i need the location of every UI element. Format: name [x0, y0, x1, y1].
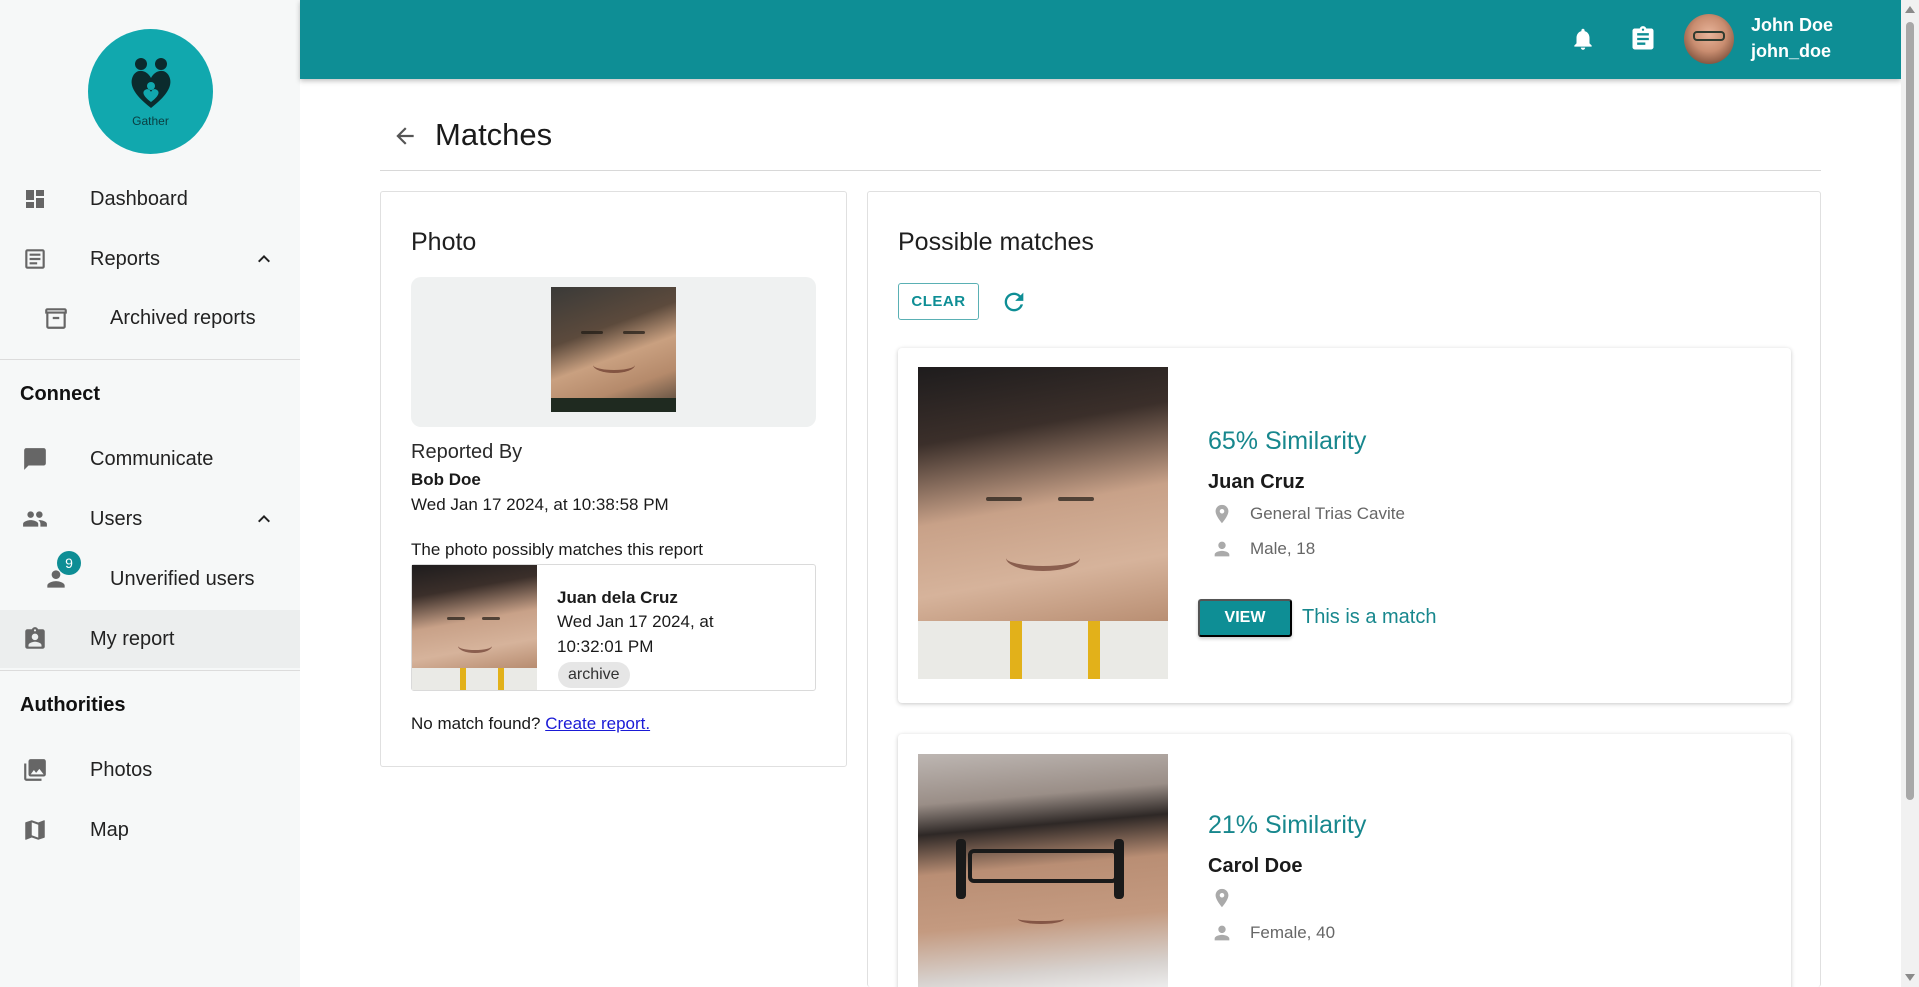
match-details: Female, 40: [1210, 921, 1335, 945]
person-icon: [1210, 537, 1234, 561]
page-title: Matches: [435, 117, 553, 152]
people-icon: [21, 505, 49, 533]
match-result-photo[interactable]: [918, 754, 1168, 987]
photo-library-icon: [21, 756, 49, 784]
sidebar-item-dashboard[interactable]: Dashboard: [0, 170, 300, 228]
scroll-down-arrow-icon[interactable]: [1905, 974, 1915, 981]
assignment-icon[interactable]: [1628, 24, 1658, 54]
matched-report-photo: [412, 565, 537, 690]
reporter-name: Bob Doe: [411, 470, 481, 489]
match-similarity: 21% Similarity: [1208, 811, 1367, 839]
archive-icon: [42, 304, 70, 332]
back-arrow-icon[interactable]: [392, 123, 418, 149]
match-result-photo[interactable]: [918, 367, 1168, 679]
sidebar-item-my-report[interactable]: My report: [0, 610, 300, 668]
dashboard-icon: [21, 185, 49, 213]
person-icon: [1210, 921, 1234, 945]
this-is-a-match-button[interactable]: This is a match: [1302, 606, 1436, 629]
scroll-up-arrow-icon[interactable]: [1905, 6, 1915, 13]
match-details: Male, 18: [1210, 537, 1315, 561]
sidebar-item-users[interactable]: Users: [0, 490, 300, 548]
sidebar-item-photos[interactable]: Photos: [0, 741, 300, 799]
match-location: [1210, 886, 1250, 910]
logo-text: Gather: [132, 113, 169, 128]
sidebar-item-communicate[interactable]: Communicate: [0, 430, 300, 488]
match-location-text: General Trias Cavite: [1250, 504, 1405, 523]
sidebar-item-archived-reports[interactable]: Archived reports: [0, 289, 300, 347]
match-details-text: Male, 18: [1250, 539, 1316, 558]
match-name: Carol Doe: [1208, 855, 1303, 877]
match-name: Juan Cruz: [1208, 471, 1305, 493]
scroll-thumb[interactable]: [1906, 22, 1914, 800]
location-pin-icon: [1210, 502, 1234, 526]
view-button[interactable]: VIEW: [1198, 599, 1292, 637]
map-icon: [21, 816, 49, 844]
sidebar-item-label: My report: [90, 627, 175, 650]
sidebar-item-reports[interactable]: Reports: [0, 230, 300, 288]
family-heart-icon: [131, 57, 170, 108]
match-similarity: 65% Similarity: [1208, 427, 1367, 455]
user-handle: john_doe: [1751, 41, 1831, 61]
article-icon: [21, 245, 49, 273]
title-divider: [380, 170, 1821, 171]
sidebar-item-label: Archived reports: [110, 306, 256, 329]
reported-by-label: Reported By: [411, 441, 523, 463]
section-heading-authorities: Authorities: [20, 694, 126, 716]
sidebar: Gather Dashboard Reports Archived report…: [0, 0, 300, 987]
sidebar-divider: [0, 359, 300, 360]
sidebar-item-unverified-users[interactable]: 9 Unverified users: [0, 550, 300, 608]
sidebar-item-label: Photos: [90, 758, 153, 781]
match-location: General Trias Cavite: [1210, 502, 1405, 526]
app-logo[interactable]: Gather: [88, 29, 213, 154]
sidebar-item-label: Users: [90, 507, 143, 530]
section-heading-connect: Connect: [20, 383, 100, 405]
matched-report-time: Wed Jan 17 2024, at: [557, 612, 714, 631]
sidebar-item-label: Communicate: [90, 447, 214, 470]
chevron-up-icon[interactable]: [252, 507, 276, 531]
match-hint-text: The photo possibly matches this report: [411, 540, 703, 559]
chat-icon: [21, 445, 49, 473]
clear-button[interactable]: CLEAR: [898, 283, 979, 320]
unverified-count-badge: 9: [57, 551, 81, 575]
refresh-icon[interactable]: [1000, 288, 1028, 316]
page-scrollbar[interactable]: [1901, 0, 1919, 987]
sidebar-item-label: Dashboard: [90, 187, 188, 210]
assignment-ind-icon: [21, 625, 49, 653]
location-pin-icon: [1210, 886, 1234, 910]
reported-photo[interactable]: [551, 287, 676, 412]
user-name: John Doe: [1751, 15, 1834, 35]
archive-tag: archive: [558, 662, 630, 688]
sidebar-item-map[interactable]: Map: [0, 801, 300, 859]
sidebar-item-label: Map: [90, 818, 129, 841]
top-app-bar: John Doe john_doe: [300, 0, 1901, 79]
notifications-icon[interactable]: [1568, 24, 1598, 54]
reported-timestamp: Wed Jan 17 2024, at 10:38:58 PM: [411, 495, 669, 514]
sidebar-item-label: Reports: [90, 247, 161, 270]
chevron-up-icon[interactable]: [252, 247, 276, 271]
matched-report-name: Juan dela Cruz: [557, 588, 678, 607]
no-match-label: No match found?: [411, 714, 541, 733]
match-details-text: Female, 40: [1250, 923, 1336, 942]
photo-card-title: Photo: [411, 228, 477, 256]
sidebar-item-label: Unverified users: [110, 567, 255, 590]
sidebar-divider: [0, 670, 300, 671]
user-avatar[interactable]: [1684, 14, 1734, 64]
create-report-link[interactable]: Create report.: [545, 714, 650, 733]
no-match-text: No match found? Create report.: [411, 714, 650, 734]
possible-matches-title: Possible matches: [898, 228, 1094, 256]
matched-report-time-2: 10:32:01 PM: [557, 637, 654, 656]
